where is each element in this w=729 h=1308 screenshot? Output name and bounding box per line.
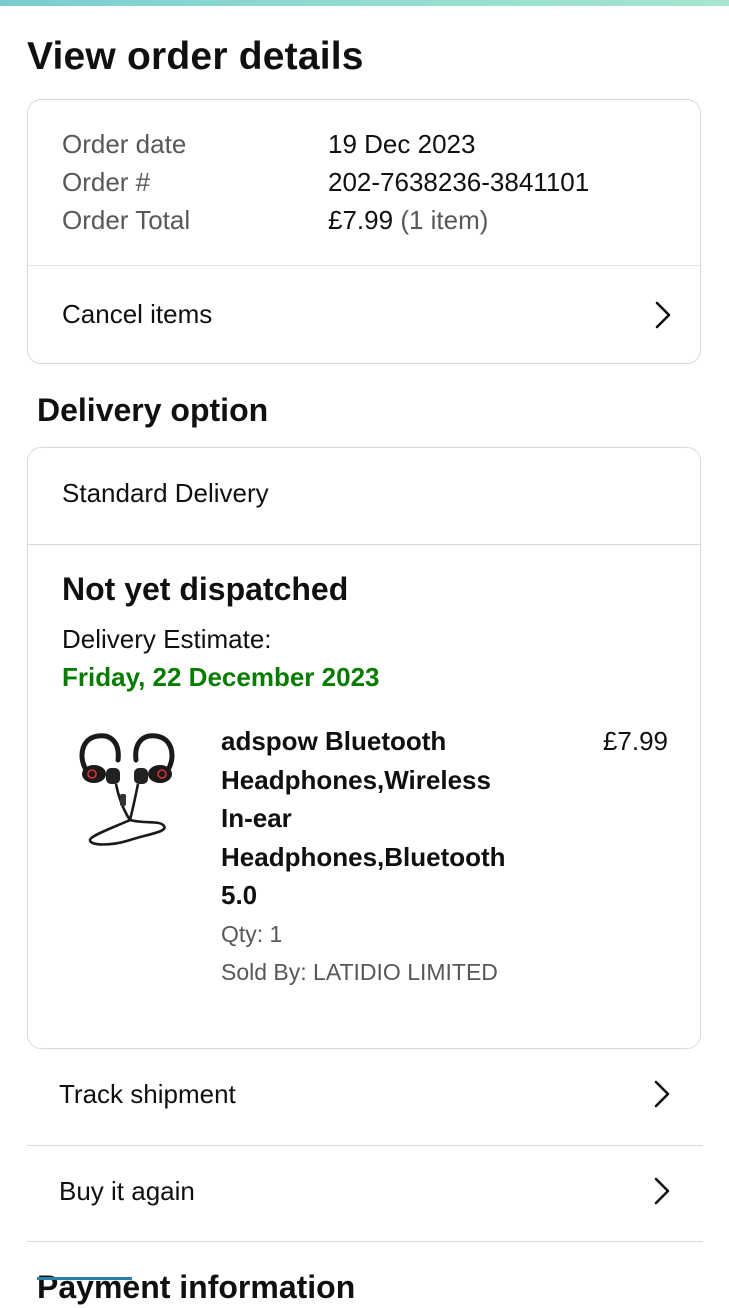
action-divider [27,1241,703,1242]
product-title-line: 5.0 [221,880,258,910]
order-date-row: Order date 19 Dec 2023 [62,127,475,161]
chevron-right-icon [655,301,671,328]
track-shipment-label: Track shipment [59,1078,236,1109]
order-number-label: Order # [62,167,151,197]
order-number-value: 202-7638236-3841101 [328,167,590,197]
product-title[interactable]: adspow Bluetooth Headphones,Wireless In-… [221,722,551,915]
order-total-amount: £7.99 [328,205,394,235]
payment-information-heading: Payment information [37,1269,356,1305]
delivery-type: Standard Delivery [62,478,269,508]
order-date-value: 19 Dec 2023 [328,129,476,159]
product-title-line: adspow Bluetooth [221,726,447,756]
order-date-label: Order date [62,129,187,159]
delivery-estimate-label: Delivery Estimate: [62,624,272,654]
track-shipment-button[interactable]: Track shipment [27,1046,703,1142]
order-total-value: £7.99 (1 item) [328,203,488,237]
order-total-item-count: (1 item) [400,205,489,235]
order-summary-card: Order date 19 Dec 2023 Order # 202-76382… [27,99,701,364]
product-quantity: Qty: 1 [221,921,283,947]
earphones-product-image[interactable] [72,728,182,848]
order-total-row: Order Total £7.99 (1 item) [62,203,488,237]
order-total-label: Order Total [62,205,191,235]
buy-it-again-label: Buy it again [59,1175,195,1206]
page-title: View order details [27,35,364,78]
product-seller: Sold By: LATIDIO LIMITED [221,959,498,985]
delivery-estimate-date: Friday, 22 December 2023 [62,662,380,692]
delivery-card: Standard Delivery Not yet dispatched Del… [27,447,701,1049]
product-title-line: In-ear [221,803,292,833]
buy-it-again-button[interactable]: Buy it again [27,1143,703,1239]
delivery-option-heading: Delivery option [37,392,269,428]
top-gradient-bar [0,0,729,6]
delivery-divider [28,544,700,545]
product-title-line: Headphones,Bluetooth [221,841,506,872]
cancel-items-label: Cancel items [62,299,213,329]
shipment-status: Not yet dispatched [62,571,349,607]
chevron-right-icon [654,1080,670,1108]
order-number-row: Order # 202-7638236-3841101 [62,165,589,199]
cancel-items-button[interactable]: Cancel items [28,266,700,363]
product-title-line: Headphones,Wireless [221,764,491,795]
chevron-right-icon [654,1177,670,1205]
product-price: £7.99 [602,726,668,756]
